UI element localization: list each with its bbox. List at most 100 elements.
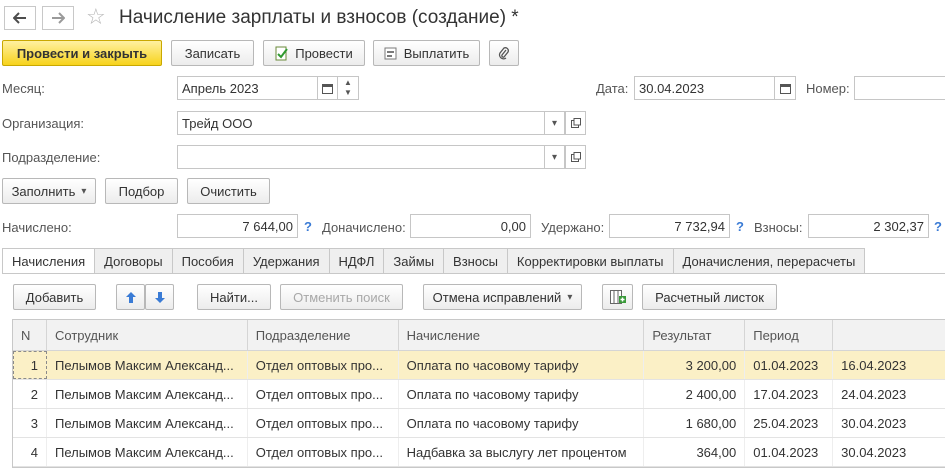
employee-cell: Пелымов Максим Александ...: [47, 438, 248, 466]
pay-button[interactable]: Выплатить: [373, 40, 480, 66]
month-spinner[interactable]: ▲ ▼: [338, 76, 359, 100]
contributions-label: Взносы:: [754, 220, 803, 235]
forward-button[interactable]: [42, 6, 74, 30]
period-end-cell: 24.04.2023: [833, 380, 945, 408]
date-field[interactable]: 30.04.2023: [634, 76, 775, 100]
tab-recalculations[interactable]: Доначисления, перерасчеты: [673, 248, 866, 274]
period-start-cell: 25.04.2023: [745, 409, 834, 437]
chevron-down-icon: ▾: [551, 117, 558, 129]
accrued-label: Начислено:: [2, 220, 72, 235]
period-start-cell: 01.04.2023: [745, 438, 834, 466]
period-start-cell: 01.04.2023: [745, 351, 834, 379]
move-down-button[interactable]: [145, 284, 174, 310]
table-row[interactable]: 1 Пелымов Максим Александ... Отдел оптов…: [13, 351, 945, 380]
row-number: 1: [13, 351, 47, 379]
row-number: 3: [13, 409, 47, 437]
period-end-cell: 30.04.2023: [833, 409, 945, 437]
employee-cell: Пелымов Максим Александ...: [47, 409, 248, 437]
add-column-icon: [609, 290, 626, 304]
column-header[interactable]: [833, 320, 945, 350]
withheld-label: Удержано:: [541, 220, 605, 235]
find-button[interactable]: Найти...: [197, 284, 271, 310]
accrued-help-icon[interactable]: ?: [304, 219, 312, 234]
calendar-icon: [779, 83, 791, 94]
pay-label: Выплатить: [403, 45, 470, 61]
month-calendar-button[interactable]: [318, 76, 338, 100]
column-header[interactable]: N: [13, 320, 47, 350]
move-up-button[interactable]: [116, 284, 145, 310]
column-header[interactable]: Начисление: [399, 320, 645, 350]
tab-contracts[interactable]: Договоры: [95, 248, 173, 274]
column-header[interactable]: Сотрудник: [47, 320, 248, 350]
post-button[interactable]: Провести: [263, 40, 365, 66]
accrual-cell: Надбавка за выслугу лет процентом: [399, 438, 645, 466]
chevron-down-icon: ▾: [551, 151, 558, 163]
arrow-up-icon: [125, 291, 136, 303]
result-cell: 1 680,00: [644, 409, 746, 437]
date-calendar-button[interactable]: [775, 76, 796, 100]
organization-field[interactable]: Трейд ООО: [177, 111, 545, 135]
fill-label: Заполнить: [11, 183, 76, 199]
row-number: 2: [13, 380, 47, 408]
department-cell: Отдел оптовых про...: [248, 409, 399, 437]
organization-dropdown-button[interactable]: ▾: [545, 111, 565, 135]
withheld-value: 7 732,94: [609, 214, 730, 238]
column-header[interactable]: Результат: [644, 320, 746, 350]
fill-button[interactable]: Заполнить: [2, 178, 96, 204]
department-cell: Отдел оптовых про...: [248, 351, 399, 379]
tab-loans[interactable]: Займы: [384, 248, 445, 274]
arrow-down-icon: [154, 291, 165, 303]
additional-label: Доначислено:: [322, 220, 406, 235]
post-label: Провести: [295, 45, 353, 61]
period-end-cell: 30.04.2023: [833, 438, 945, 466]
accruals-table: N Сотрудник Подразделение Начисление Рез…: [12, 319, 945, 468]
payslip-button[interactable]: Расчетный листок: [642, 284, 777, 310]
select-button[interactable]: Подбор: [105, 178, 178, 204]
department-field[interactable]: [177, 145, 545, 169]
column-header[interactable]: Период: [745, 320, 834, 350]
tab-benefits[interactable]: Пособия: [172, 248, 244, 274]
number-field[interactable]: [854, 76, 945, 100]
tab-payment-corrections[interactable]: Корректировки выплаты: [507, 248, 674, 274]
tab-accruals[interactable]: Начисления: [2, 248, 96, 274]
star-icon[interactable]: ☆: [86, 4, 106, 30]
accrued-value: 7 644,00: [177, 214, 298, 238]
organization-open-button[interactable]: [565, 111, 586, 135]
organization-label: Организация:: [2, 116, 85, 131]
add-column-button[interactable]: [602, 284, 633, 310]
column-header[interactable]: Подразделение: [248, 320, 399, 350]
department-label: Подразделение:: [2, 150, 101, 165]
month-field[interactable]: Апрель 2023: [177, 76, 318, 100]
cancel-corrections-button[interactable]: Отмена исправлений: [423, 284, 582, 310]
department-open-button[interactable]: [565, 145, 586, 169]
accrual-cell: Оплата по часовому тарифу: [399, 409, 645, 437]
row-number: 4: [13, 438, 47, 466]
department-dropdown-button[interactable]: ▾: [545, 145, 565, 169]
table-header: N Сотрудник Подразделение Начисление Рез…: [13, 320, 945, 351]
open-link-icon: [570, 118, 581, 128]
period-start-cell: 17.04.2023: [745, 380, 834, 408]
spin-up-icon[interactable]: ▲: [344, 78, 352, 88]
back-button[interactable]: [4, 6, 36, 30]
result-cell: 3 200,00: [644, 351, 746, 379]
contributions-help-icon[interactable]: ?: [934, 219, 942, 234]
calendar-icon: [322, 83, 333, 94]
tab-ndfl[interactable]: НДФЛ: [329, 248, 385, 274]
save-button[interactable]: Записать: [171, 40, 254, 66]
add-button[interactable]: Добавить: [13, 284, 96, 310]
clear-button[interactable]: Очистить: [187, 178, 270, 204]
post-and-close-button[interactable]: Провести и закрыть: [2, 40, 162, 66]
cancel-search-button[interactable]: Отменить поиск: [280, 284, 403, 310]
accrual-cell: Оплата по часовому тарифу: [399, 380, 645, 408]
table-row[interactable]: 3 Пелымов Максим Александ... Отдел оптов…: [13, 409, 945, 438]
employee-cell: Пелымов Максим Александ...: [47, 351, 248, 379]
spin-down-icon[interactable]: ▼: [344, 88, 352, 98]
result-cell: 364,00: [644, 438, 746, 466]
attach-button[interactable]: [489, 40, 519, 66]
table-row[interactable]: 4 Пелымов Максим Александ... Отдел оптов…: [13, 438, 945, 467]
table-row[interactable]: 2 Пелымов Максим Александ... Отдел оптов…: [13, 380, 945, 409]
tab-contributions[interactable]: Взносы: [444, 248, 508, 274]
tab-deductions[interactable]: Удержания: [243, 248, 330, 274]
withheld-help-icon[interactable]: ?: [736, 219, 744, 234]
tab-divider: [2, 273, 945, 274]
